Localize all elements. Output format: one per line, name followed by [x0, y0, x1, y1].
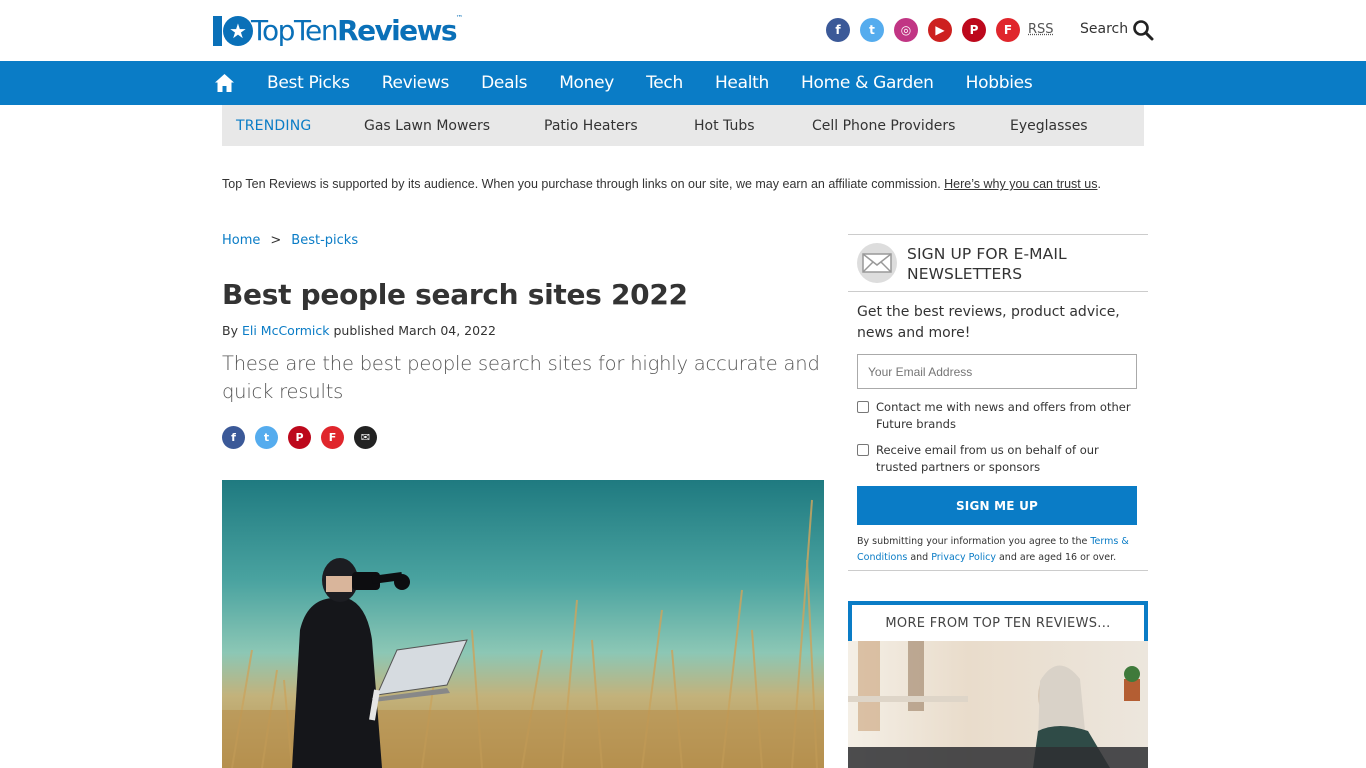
twitter-icon[interactable]: t [860, 18, 884, 42]
checkbox[interactable] [857, 444, 869, 456]
social-links: f t ◎ ▶ P F [826, 18, 1020, 42]
byline: By Eli McCormick published March 04, 202… [222, 323, 496, 338]
logo-mark-icon: ★ [213, 16, 253, 46]
main-nav: Best Picks Reviews Deals Money Tech Heal… [0, 61, 1366, 105]
trending-bar: TRENDING Gas Lawn Mowers Patio Heaters H… [222, 105, 1144, 146]
breadcrumb-home[interactable]: Home [222, 233, 260, 248]
share-twitter-icon[interactable]: t [255, 426, 278, 449]
publish-date: published March 04, 2022 [333, 323, 496, 338]
nav-item-best-picks[interactable]: Best Picks [251, 73, 366, 93]
trending-item-gas-lawn-mowers[interactable]: Gas Lawn Mowers [364, 118, 544, 134]
privacy-link[interactable]: Privacy Policy [931, 552, 996, 563]
pinterest-icon[interactable]: P [962, 18, 986, 42]
more-from-image[interactable] [848, 641, 1148, 768]
home-icon[interactable] [214, 73, 235, 93]
nav-item-health[interactable]: Health [699, 73, 785, 93]
trust-link[interactable]: Here’s why you can trust us [944, 177, 1097, 191]
consent-future-brands[interactable]: Contact me with news and offers from oth… [857, 399, 1142, 432]
email-field[interactable] [857, 354, 1137, 389]
nav-item-tech[interactable]: Tech [630, 73, 699, 93]
nav-item-hobbies[interactable]: Hobbies [950, 73, 1049, 93]
logo-text: TopTenReviews [251, 14, 458, 47]
affiliate-disclosure: Top Ten Reviews is supported by its audi… [222, 177, 1101, 191]
author-link[interactable]: Eli McCormick [242, 323, 330, 338]
newsletter-widget: SIGN UP FOR E-MAIL NEWSLETTERS Get the b… [848, 234, 1148, 571]
share-buttons: f t P F ✉ [222, 426, 377, 449]
envelope-icon [857, 243, 897, 283]
hero-illustration [222, 499, 824, 768]
logo-trademark: ™ [455, 14, 463, 22]
trending-item-patio-heaters[interactable]: Patio Heaters [544, 118, 694, 134]
office-illustration [848, 641, 1148, 768]
sign-me-up-button[interactable]: SIGN ME UP [857, 486, 1137, 525]
newsletter-title: SIGN UP FOR E-MAIL NEWSLETTERS [907, 245, 1067, 283]
site-header: ★ TopTenReviews ™ f t ◎ ▶ P F RSS Search [0, 0, 1366, 61]
share-flipboard-icon[interactable]: F [321, 426, 344, 449]
share-pinterest-icon[interactable]: P [288, 426, 311, 449]
share-email-icon[interactable]: ✉ [354, 426, 377, 449]
rss-link[interactable]: RSS [1028, 22, 1054, 37]
trending-item-hot-tubs[interactable]: Hot Tubs [694, 118, 812, 134]
nav-item-home-garden[interactable]: Home & Garden [785, 73, 950, 93]
newsletter-legal: By submitting your information you agree… [857, 536, 1129, 563]
breadcrumb-best-picks[interactable]: Best-picks [291, 233, 358, 248]
breadcrumb-separator: > [270, 233, 282, 248]
consent-partners[interactable]: Receive email from us on behalf of our t… [857, 442, 1142, 475]
checkbox[interactable] [857, 401, 869, 413]
more-from-widget: MORE FROM TOP TEN REVIEWS... [848, 601, 1148, 768]
nav-item-deals[interactable]: Deals [465, 73, 543, 93]
more-from-title: MORE FROM TOP TEN REVIEWS... [848, 601, 1148, 641]
share-facebook-icon[interactable]: f [222, 426, 245, 449]
instagram-icon[interactable]: ◎ [894, 18, 918, 42]
search-label[interactable]: Search [1080, 21, 1128, 37]
newsletter-header: SIGN UP FOR E-MAIL NEWSLETTERS [848, 235, 1148, 292]
newsletter-description: Get the best reviews, product advice, ne… [857, 304, 1120, 341]
youtube-icon[interactable]: ▶ [928, 18, 952, 42]
search-icon[interactable] [1132, 19, 1154, 41]
trending-item-eyeglasses[interactable]: Eyeglasses [1010, 118, 1088, 134]
nav-item-reviews[interactable]: Reviews [366, 73, 465, 93]
hero-image [222, 480, 824, 768]
flipboard-icon[interactable]: F [996, 18, 1020, 42]
page-title: Best people search sites 2022 [222, 278, 688, 311]
article-strapline: These are the best people search sites f… [222, 352, 820, 403]
nav-item-money[interactable]: Money [543, 73, 630, 93]
site-logo[interactable]: ★ TopTenReviews ™ [213, 12, 463, 46]
trending-item-cell-phone-providers[interactable]: Cell Phone Providers [812, 118, 1010, 134]
trending-label: TRENDING [236, 117, 312, 134]
facebook-icon[interactable]: f [826, 18, 850, 42]
breadcrumb: Home > Best-picks [222, 233, 358, 248]
